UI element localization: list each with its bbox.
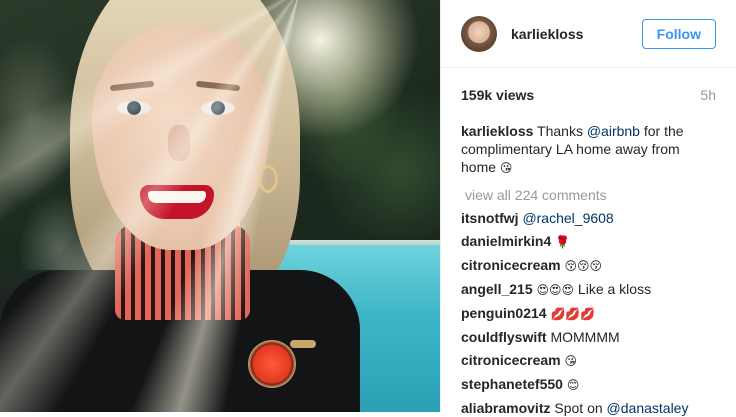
kissing-face-emoji-icon: 😘 <box>499 161 513 175</box>
comment-username[interactable]: citronicecream <box>461 352 561 368</box>
comment-row: penguin0214 💋💋💋 <box>461 304 716 323</box>
instagram-post: karliekloss Follow 159k views 5h karliek… <box>0 0 736 416</box>
lips-emoji-icon: 💋💋💋 <box>550 307 596 321</box>
comment-row: itsnotfwj @rachel_9608 <box>461 209 716 227</box>
comment-text: Like a kloss <box>577 281 652 297</box>
comment-row: angell_215 😍😍😍 Like a kloss <box>461 280 716 299</box>
post-side-panel: karliekloss Follow 159k views 5h karliek… <box>440 0 736 416</box>
comment-row: danielmirkin4 🌹 <box>461 232 716 251</box>
post-video[interactable] <box>0 0 440 412</box>
comment-username[interactable]: danielmirkin4 <box>461 233 551 249</box>
view-all-comments-link[interactable]: view all 224 comments <box>465 187 712 203</box>
comment-row: citronicecream 😚😚😚 <box>461 256 716 275</box>
header-username[interactable]: karliekloss <box>511 26 642 42</box>
comment-row: citronicecream 😘 <box>461 351 716 370</box>
caption-mention[interactable]: @airbnb <box>587 123 640 139</box>
comment-row: couldflyswift MOMMMM <box>461 328 716 346</box>
kissing-face-emoji-icon: 😘 <box>564 354 578 368</box>
caption-username[interactable]: karliekloss <box>461 123 533 139</box>
caption-text-before: Thanks <box>537 123 587 139</box>
comment-username[interactable]: angell_215 <box>461 281 533 297</box>
view-count: 159k views <box>461 87 535 103</box>
rose-emoji-icon: 🌹 <box>555 235 571 249</box>
post-age[interactable]: 5h <box>700 87 716 103</box>
comment-username[interactable]: stephanetef550 <box>461 376 563 392</box>
comment-text: MOMMMM <box>550 329 620 345</box>
follow-button[interactable]: Follow <box>641 18 716 49</box>
comment-username[interactable]: itsnotfwj <box>461 210 519 226</box>
comment-mention[interactable]: @rachel_9608 <box>522 210 613 226</box>
post-header: karliekloss Follow <box>441 0 736 68</box>
comment-username[interactable]: penguin0214 <box>461 305 547 321</box>
comment-text: Spot on <box>554 400 607 416</box>
post-meta: 159k views 5h <box>441 68 736 122</box>
comment-username[interactable]: aliabramovitz <box>461 400 550 416</box>
comment-row: aliabramovitz Spot on @danastaley <box>461 399 716 417</box>
sun-rays <box>0 0 440 412</box>
comment-mention[interactable]: @danastaley <box>607 400 689 416</box>
comment-username[interactable]: citronicecream <box>461 257 561 273</box>
comment-row: stephanetef550 😊 <box>461 375 716 394</box>
comment-list: karliekloss Thanks @airbnb for the compl… <box>441 122 736 417</box>
smile-emoji-icon: 😊 <box>566 378 580 392</box>
caption: karliekloss Thanks @airbnb for the compl… <box>461 122 716 177</box>
heart-eyes-emoji-icon: 😍😍😍 <box>536 283 575 297</box>
kissing-face-emoji-icon: 😚😚😚 <box>564 259 603 273</box>
avatar[interactable] <box>461 15 497 52</box>
comment-username[interactable]: couldflyswift <box>461 329 547 345</box>
